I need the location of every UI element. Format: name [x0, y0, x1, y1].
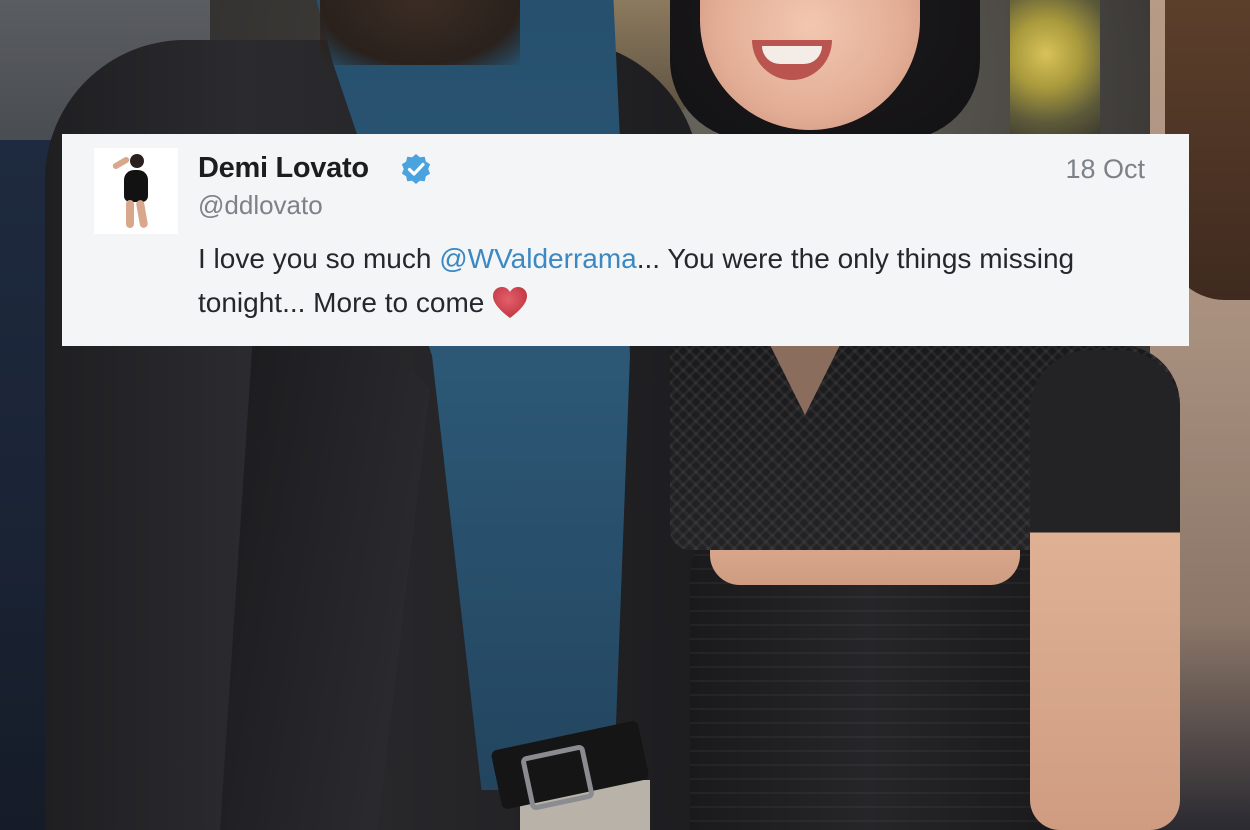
tweet-text-before: I love you so much — [198, 243, 440, 274]
avatar-figure-leg — [126, 200, 134, 228]
avatar-figure-arm — [111, 155, 131, 171]
verified-badge-icon — [401, 153, 431, 185]
handle[interactable]: @ddlovato — [198, 190, 323, 221]
tweet-card: Demi Lovato @ddlovato 18 Oct I love you … — [62, 134, 1189, 346]
woman-teeth — [762, 46, 822, 64]
background-photo — [0, 0, 1250, 830]
heart-icon — [493, 287, 528, 318]
background-flowers — [1010, 0, 1100, 135]
tweet-text: I love you so much @WValderrama... You w… — [198, 237, 1138, 325]
avatar-figure-leg — [135, 199, 149, 229]
man-beard — [320, 0, 520, 65]
display-name[interactable]: Demi Lovato — [198, 152, 369, 185]
mention-link[interactable]: @WValderrama — [439, 243, 637, 274]
avatar-figure-head — [130, 154, 144, 168]
avatar[interactable] — [94, 148, 178, 234]
woman-arm — [1030, 350, 1180, 830]
tweet-date[interactable]: 18 Oct — [1065, 154, 1145, 185]
avatar-figure-body — [124, 170, 148, 202]
